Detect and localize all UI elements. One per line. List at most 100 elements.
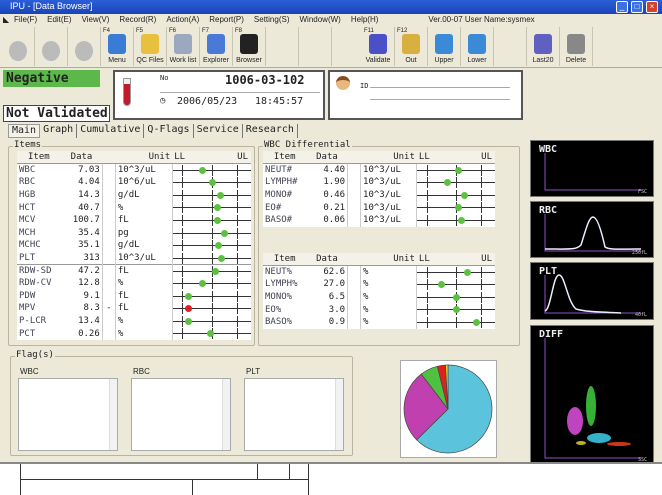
- range-tick: [236, 265, 238, 277]
- table-row-eo[interactable]: EO% 3.0%: [263, 303, 495, 316]
- menu-view-v[interactable]: View(V): [82, 15, 110, 24]
- disabled-icon: [42, 41, 60, 61]
- item-flag: [347, 303, 362, 316]
- range-tick: [182, 290, 184, 302]
- range-marker: [212, 267, 219, 275]
- qc-files-button[interactable]: F5 QC Files: [134, 27, 167, 66]
- toolbar-slot-0-button[interactable]: [2, 27, 35, 66]
- range-marker: [437, 281, 445, 289]
- item-unit: 10^3/uL: [115, 251, 173, 265]
- table-row-rbc[interactable]: RBC 4.04 10^6/uL: [17, 176, 251, 189]
- version-info: Ver.00-07 User Name:sysmex: [428, 15, 535, 24]
- range-tick: [426, 214, 428, 226]
- item-flag: [102, 188, 116, 202]
- table-row-mchc[interactable]: MCHC 35.1 g/dL: [17, 239, 251, 252]
- maximize-button[interactable]: □: [631, 1, 643, 13]
- table-row-neut[interactable]: NEUT# 4.40 10^3/uL: [263, 163, 495, 177]
- tab-service[interactable]: Service: [194, 124, 243, 138]
- table-row-neut[interactable]: NEUT% 62.6%: [263, 265, 495, 279]
- close-button[interactable]: ×: [646, 1, 658, 13]
- table-row-baso[interactable]: BASO% 0.9%: [263, 315, 495, 329]
- menu-setting-s[interactable]: Setting(S): [254, 15, 290, 24]
- menu-edit-e[interactable]: Edit(E): [47, 15, 71, 24]
- wbc-diff-percent-table: Item Data Unit LL UL NEUT% 62.6% LYMPH% 27.0% MON…: [263, 253, 495, 329]
- range-bar: [172, 252, 251, 265]
- table-row-wbc[interactable]: WBC 7.03 10^3/uL: [17, 163, 251, 177]
- menu-help-h[interactable]: Help(H): [351, 15, 379, 24]
- flag-list-wbc[interactable]: [18, 378, 118, 451]
- scrollbar[interactable]: [109, 379, 117, 450]
- item-name: RDW-SD: [17, 263, 61, 277]
- status-bar: [0, 462, 662, 495]
- table-row-rdw-sd[interactable]: RDW-SD 47.2 fL: [17, 263, 251, 277]
- range-tick: [426, 291, 428, 303]
- table-row-lymph[interactable]: LYMPH# 1.90 10^3/uL: [263, 176, 495, 189]
- table-row-pdw[interactable]: PDW 9.1 fL: [17, 289, 251, 303]
- scattergram-plot: [544, 153, 641, 191]
- tab-main[interactable]: Main: [8, 124, 41, 138]
- browser-button[interactable]: F8 Browser: [233, 27, 266, 66]
- range-bar: [172, 263, 251, 277]
- delete-button[interactable]: Delete: [560, 27, 593, 66]
- table-row-hgb[interactable]: HGB 14.3 g/dL: [17, 188, 251, 202]
- menu-window-w[interactable]: Window(W): [300, 15, 341, 24]
- table-row-mch[interactable]: MCH 35.4 pg: [17, 226, 251, 240]
- table-row-hct[interactable]: HCT 40.7%: [17, 201, 251, 214]
- range-marker: [216, 191, 224, 199]
- table-row-mono[interactable]: MONO% 6.5%: [263, 290, 495, 304]
- table-row-lymph[interactable]: LYMPH% 27.0%: [263, 278, 495, 291]
- minimize-button[interactable]: _: [616, 1, 628, 13]
- header-range: LL UL: [416, 253, 495, 267]
- table-row-pct[interactable]: PCT 0.26%: [17, 327, 251, 340]
- table-row-rdw-cv[interactable]: RDW-CV 12.8%: [17, 276, 251, 290]
- menu-action-a[interactable]: Action(A): [166, 15, 199, 24]
- tab-research[interactable]: Research: [243, 124, 298, 138]
- out-button[interactable]: F12 Out: [395, 27, 428, 66]
- range-bar: [172, 327, 251, 340]
- menu-button[interactable]: F4 Menu: [101, 27, 134, 66]
- item-value: 1.90: [306, 176, 349, 189]
- item-name: MCH: [19, 227, 36, 238]
- table-row-eo[interactable]: EO# 0.21 10^3/uL: [263, 201, 495, 214]
- table-row-baso[interactable]: BASO# 0.06 10^3/uL: [263, 213, 495, 227]
- function-key-label: F8: [235, 28, 243, 34]
- toolbar-slot-14-button[interactable]: [494, 27, 527, 66]
- scrollbar[interactable]: [335, 379, 343, 450]
- menu-file-f[interactable]: File(F): [14, 15, 37, 24]
- tab-graph[interactable]: Graph: [40, 124, 78, 138]
- explorer-button[interactable]: F7 Explorer: [200, 27, 233, 66]
- flag-list-plt[interactable]: [244, 378, 344, 451]
- table-row-p-lcr[interactable]: P-LCR 13.4%: [17, 314, 251, 328]
- item-value: 4.04: [60, 176, 103, 189]
- table-row-mcv[interactable]: MCV 100.7 fL: [17, 213, 251, 227]
- table-row-mpv[interactable]: MPV 8.3- fL: [17, 302, 251, 315]
- tab-q-flags[interactable]: Q-Flags: [144, 124, 194, 138]
- qc-files-icon: [141, 34, 159, 54]
- toolbar-slot-9-button[interactable]: [299, 27, 332, 66]
- table-row-mono[interactable]: MONO# 0.46 10^3/uL: [263, 188, 495, 202]
- table-row-plt[interactable]: PLT 313 10^3/uL: [17, 251, 251, 265]
- menu-record-r[interactable]: Record(R): [119, 15, 156, 24]
- tab-cumulative[interactable]: Cumulative: [77, 124, 145, 138]
- upper-button[interactable]: Upper: [428, 27, 461, 66]
- item-name: BASO#: [265, 215, 293, 226]
- scrollbar[interactable]: [222, 379, 230, 450]
- toolbar-slot-2-button[interactable]: [68, 27, 101, 66]
- toolbar-slot-1-button[interactable]: [35, 27, 68, 66]
- validation-status: Not Validated: [3, 105, 110, 122]
- toolbar-slot-8-button[interactable]: [266, 27, 299, 66]
- wbc-differential-title: WBC Differential: [263, 140, 352, 150]
- menu-report-p[interactable]: Report(P): [209, 15, 244, 24]
- header-ll: LL: [418, 152, 430, 163]
- range-tick: [456, 279, 458, 291]
- range-bar: [417, 266, 495, 279]
- validate-button[interactable]: F11 Validate: [362, 27, 395, 66]
- last20-button[interactable]: Last20: [527, 27, 560, 66]
- work-list-button[interactable]: F6 Work list: [167, 27, 200, 66]
- sample-date: 2006/05/23: [177, 96, 238, 107]
- item-flag: [102, 289, 116, 303]
- item-value: 40.7: [60, 201, 103, 214]
- lower-button[interactable]: Lower: [461, 27, 494, 66]
- item-unit: %: [360, 315, 418, 329]
- flag-list-rbc[interactable]: [131, 378, 231, 451]
